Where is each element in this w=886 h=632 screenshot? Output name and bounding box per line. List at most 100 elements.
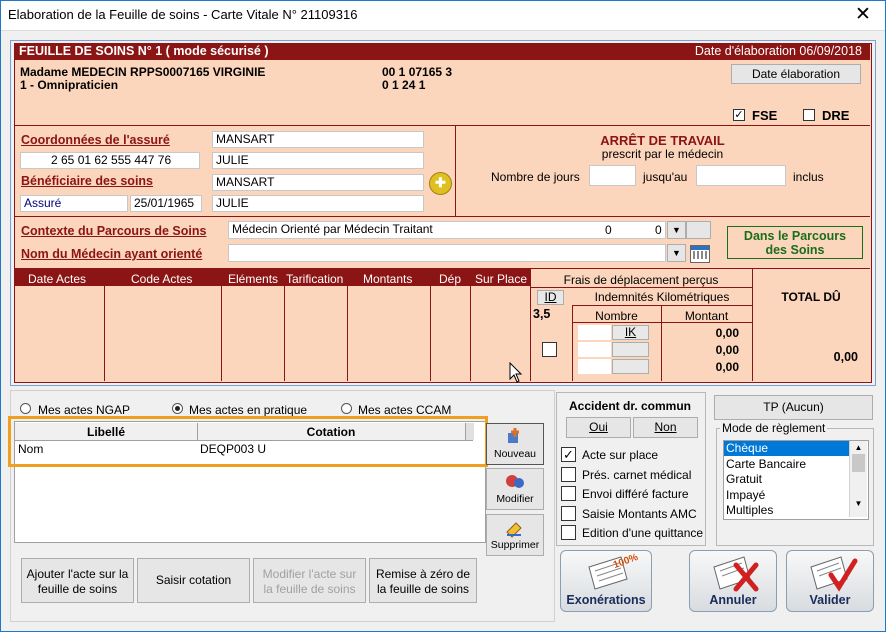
beneficiary-role-field[interactable]: Assuré	[20, 195, 128, 212]
ik-nombre-field-1[interactable]	[578, 325, 611, 340]
valider-icon	[810, 556, 858, 592]
contexte-extra-button[interactable]	[686, 221, 711, 239]
col-tarification: Tarification	[286, 272, 344, 286]
envoi-differe-checkbox[interactable]	[561, 486, 576, 501]
practitioner-code2: 0 1 24 1	[382, 78, 426, 92]
frais-checkbox[interactable]	[542, 342, 557, 357]
sheet-header: FEUILLE DE SOINS N° 1 ( mode sécurisé ) …	[14, 43, 870, 60]
insured-lastname-field[interactable]: MANSART	[212, 131, 424, 148]
parcours-badge: Dans le Parcours des Soins	[727, 226, 863, 259]
radio-ngap[interactable]	[20, 403, 31, 414]
carnet-medical-checkbox[interactable]	[561, 467, 576, 482]
date-elaboration-button[interactable]: Date élaboration	[731, 64, 861, 84]
divider	[572, 322, 752, 323]
beneficiary-lastname-field[interactable]: MANSART	[212, 174, 424, 191]
remise-line1: Remise à zéro de	[375, 567, 471, 581]
beneficiary-birth-field[interactable]: 25/01/1965	[130, 195, 202, 212]
jusquau-field[interactable]	[696, 165, 786, 186]
ik-button-2[interactable]	[612, 342, 649, 357]
saisir-cotation-button[interactable]: Saisir cotation	[137, 558, 250, 603]
scroll-down-icon[interactable]: ▼	[850, 499, 867, 508]
mode-carte[interactable]: Carte Bancaire	[726, 457, 806, 471]
contexte-zero2: 0	[655, 223, 662, 237]
exonerations-button[interactable]: 100% Exonérations	[560, 550, 652, 612]
dre-checkbox[interactable]	[803, 109, 815, 121]
tp-button[interactable]: TP (Aucun)	[714, 395, 873, 420]
modifier-label: Modifier	[496, 493, 534, 505]
modifier-acte-button[interactable]: Modifier l'acte sur la feuille de soins	[253, 558, 366, 603]
saisie-amc-checkbox[interactable]	[561, 506, 576, 521]
total-value: 0,00	[833, 350, 858, 364]
accident-non-button[interactable]: Non	[633, 417, 698, 438]
practitioner-name: Madame MEDECIN RPPS0007165 VIRGINIE	[20, 65, 266, 79]
modifier-button[interactable]: Modifier	[486, 468, 544, 510]
accident-oui-button[interactable]: Oui	[566, 417, 631, 438]
nouveau-label: Nouveau	[493, 448, 537, 460]
radio-pratique[interactable]	[172, 403, 183, 414]
scroll-up-icon[interactable]: ▲	[850, 443, 867, 452]
accident-title: Accident dr. commun	[568, 399, 692, 413]
nom-medecin-dropdown-icon[interactable]: ▼	[667, 244, 686, 262]
beneficiary-firstname-field[interactable]: JULIE	[212, 195, 424, 212]
contexte-dropdown-icon[interactable]: ▼	[667, 221, 686, 239]
divider	[284, 269, 285, 381]
fse-checkbox[interactable]: ✓	[733, 109, 745, 121]
parcours-line1: Dans le Parcours	[743, 229, 847, 243]
exonerations-label: Exonérations	[566, 593, 646, 607]
saisie-amc-label: Saisie Montants AMC	[582, 507, 697, 521]
dre-label: DRE	[822, 108, 850, 123]
ik-nombre-field-2[interactable]	[578, 342, 611, 357]
ik-button-3[interactable]	[612, 359, 649, 374]
inclus-label: inclus	[793, 170, 824, 184]
divider	[470, 269, 471, 381]
scroll-thumb[interactable]	[852, 454, 865, 472]
id-label: ID	[544, 290, 557, 304]
valider-label: Valider	[809, 593, 851, 607]
arret-subtitle: prescrit par le médecin	[601, 147, 724, 161]
mode-multiples[interactable]: Multiples	[726, 503, 773, 517]
contexte-select[interactable]: Médecin Orienté par Médecin Traitant	[228, 221, 666, 239]
radio-ccam[interactable]	[341, 403, 352, 414]
mode-impaye[interactable]: Impayé	[726, 488, 765, 502]
acte-sur-place-checkbox[interactable]: ✓	[561, 447, 576, 462]
acte-sur-place-label: Acte sur place	[582, 448, 659, 462]
list-scrollbar[interactable]: ▲ ▼	[849, 441, 867, 517]
divider	[530, 287, 752, 288]
divider	[104, 269, 105, 381]
ik-button-1[interactable]: IK	[612, 325, 649, 340]
insured-number-field[interactable]: 2 65 01 62 555 447 76	[20, 152, 200, 169]
carnet-medical-label: Prés. carnet médical	[582, 468, 692, 482]
nouveau-button[interactable]: Nouveau	[486, 423, 544, 465]
close-icon[interactable]: ✕	[855, 3, 871, 26]
mode-cheque[interactable]: Chèque	[726, 441, 768, 455]
divider	[430, 269, 431, 381]
id-button[interactable]: ID	[537, 290, 564, 305]
annuler-button[interactable]: Annuler	[689, 550, 777, 612]
id-value: 3,5	[533, 307, 551, 321]
remise-zero-button[interactable]: Remise à zéro de la feuille de soins	[369, 558, 477, 603]
ik-amount-1: 0,00	[715, 326, 739, 340]
modifier-acte-line1: Modifier l'acte sur	[262, 567, 357, 581]
calendar-icon[interactable]	[690, 245, 710, 263]
valider-button[interactable]: Valider	[786, 550, 874, 612]
feuille-de-soins	[14, 43, 872, 383]
contexte-zero1: 0	[605, 223, 612, 237]
title-bar: Elaboration de la Feuille de soins - Car…	[0, 0, 886, 31]
non-label: Non	[654, 420, 677, 434]
supprimer-label: Supprimer	[490, 539, 540, 551]
supprimer-button[interactable]: Supprimer	[486, 514, 544, 556]
col-montants: Montants	[363, 272, 413, 286]
insured-firstname-field[interactable]: JULIE	[212, 152, 424, 169]
mode-gratuit[interactable]: Gratuit	[726, 472, 762, 486]
quittance-checkbox[interactable]	[561, 525, 576, 540]
arret-title: ARRÊT DE TRAVAIL	[600, 133, 725, 148]
add-beneficiary-icon[interactable]: ✚	[429, 172, 452, 195]
ik-title: Indemnités Kilométriques	[594, 290, 730, 304]
ajouter-acte-button[interactable]: Ajouter l'acte sur la feuille de soins	[21, 558, 134, 603]
oui-label: Oui	[589, 420, 608, 434]
divider	[752, 269, 753, 381]
nom-medecin-select[interactable]	[228, 244, 666, 262]
nb-jours-field[interactable]	[589, 165, 636, 186]
ik-nombre-field-3[interactable]	[578, 359, 611, 374]
col-code-actes: Code Actes	[131, 272, 193, 286]
